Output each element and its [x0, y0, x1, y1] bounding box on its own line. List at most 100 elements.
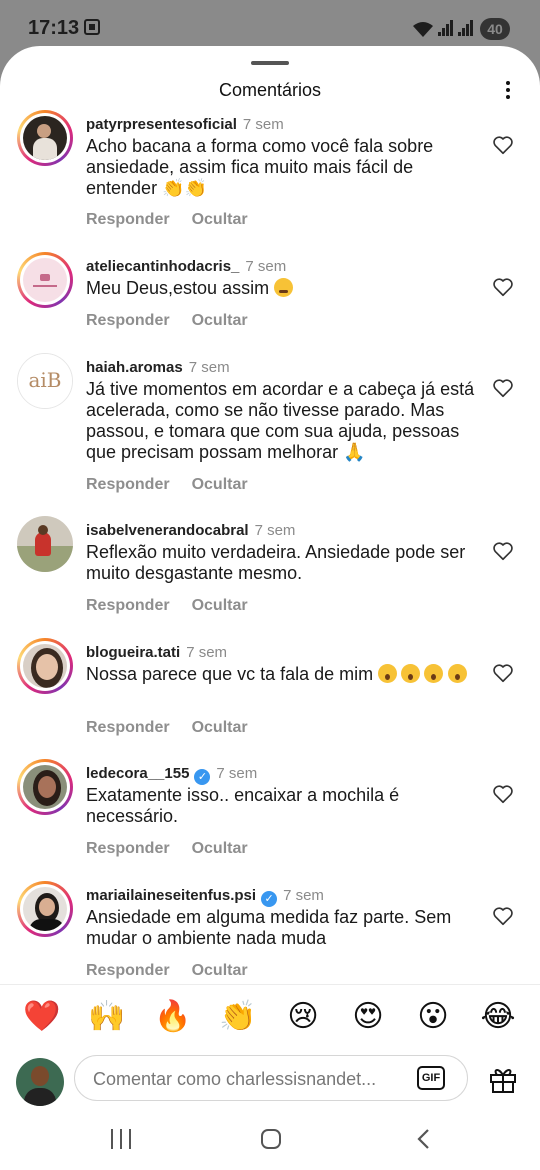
heart-icon[interactable]	[492, 783, 514, 805]
verified-badge-icon: ✓	[194, 769, 211, 785]
reply-button[interactable]: Responder	[86, 211, 170, 228]
avatar[interactable]	[17, 110, 73, 166]
avatar[interactable]	[17, 881, 73, 937]
comment-input-placeholder: Comentar como charlessisnandet...	[93, 1069, 377, 1089]
comment-actions: Responder Ocultar	[86, 597, 270, 615]
comment-time: 7 sem	[245, 258, 287, 275]
comment-username[interactable]: blogueira.tati	[86, 644, 180, 661]
comment-username[interactable]: mariailaineseitenfus.psi	[86, 887, 256, 904]
avatar-logo: aiB	[18, 354, 72, 408]
comment-time: 7 sem	[254, 522, 296, 539]
reply-button[interactable]: Responder	[86, 597, 170, 614]
surprised-face-emoji	[378, 664, 398, 683]
comment-header: isabelvenerandocabral 7 sem	[86, 522, 295, 539]
verified-badge-icon: ✓	[261, 891, 278, 907]
reaction-clap-emoji[interactable]: 👏	[219, 999, 256, 1035]
comment-time: 7 sem	[188, 359, 230, 376]
system-navigation-bar	[0, 1118, 540, 1170]
more-options-icon[interactable]	[500, 78, 516, 104]
comment-username[interactable]: ledecora__155	[86, 765, 189, 782]
comment-input[interactable]: Comentar como charlessisnandet... GIF	[74, 1055, 468, 1101]
sheet-drag-handle[interactable]	[251, 61, 289, 65]
hide-button[interactable]: Ocultar	[192, 211, 248, 228]
comment-header: patyrpresentesoficial 7 sem	[86, 116, 284, 133]
comment-text-content: Meu Deus,estou assim	[86, 278, 270, 298]
comment-text-content: Nossa parece que vc ta fala de mim	[86, 664, 374, 684]
quick-reactions-bar: ❤️ 🙌 🔥 👏 😢 😍 😮 😂	[0, 984, 540, 1053]
comment-header: ateliecantinhodacris_ 7 sem	[86, 258, 286, 275]
avatar[interactable]	[17, 516, 73, 572]
current-user-avatar	[16, 1058, 64, 1106]
comments-sheet: Comentários patyrpresentesoficial 7 sem A…	[0, 46, 540, 1170]
avatar[interactable]: aiB	[17, 353, 73, 409]
comment-text: Acho bacana a forma como você fala sobre…	[86, 136, 434, 198]
reaction-heart-eyes-emoji[interactable]: 😍	[350, 999, 386, 1035]
reply-button[interactable]: Responder	[86, 719, 170, 736]
recent-apps-icon[interactable]	[110, 1129, 132, 1149]
comment-header: mariailaineseitenfus.psi ✓ 7 sem	[86, 887, 324, 907]
reaction-heart-emoji[interactable]: ❤️	[23, 999, 60, 1035]
gif-button[interactable]: GIF	[417, 1066, 445, 1090]
comment-text: Meu Deus,estou assim	[86, 278, 481, 299]
comment-actions: Responder Ocultar	[86, 211, 270, 229]
signal-icon-2	[458, 20, 476, 36]
avatar[interactable]	[17, 759, 73, 815]
comment-actions: Responder Ocultar	[86, 312, 270, 330]
screenshot-icon	[84, 19, 100, 35]
avatar[interactable]	[17, 252, 73, 308]
comment-text: Exatamente isso.. encaixar a mochila é n…	[86, 785, 400, 826]
comment-time: 7 sem	[186, 644, 228, 661]
comment-text: Nossa parece que vc ta fala de mim	[86, 664, 481, 685]
surprised-face-emoji	[401, 664, 421, 683]
avatar[interactable]	[17, 638, 73, 694]
comment-username[interactable]: patyrpresentesoficial	[86, 116, 237, 133]
reply-button[interactable]: Responder	[86, 962, 170, 979]
reaction-fire-emoji[interactable]: 🔥	[154, 999, 191, 1035]
home-icon[interactable]	[261, 1129, 281, 1149]
heart-icon[interactable]	[492, 905, 514, 927]
hide-button[interactable]: Ocultar	[192, 962, 248, 979]
comment-actions: Responder Ocultar	[86, 476, 270, 494]
heart-icon[interactable]	[492, 377, 514, 399]
comment-text: Já tive momentos em acordar e a cabeça j…	[86, 379, 475, 462]
comment-username[interactable]: ateliecantinhodacris_	[86, 258, 239, 275]
comment-time: 7 sem	[216, 765, 258, 782]
wifi-icon	[412, 20, 434, 43]
comment-time: 7 sem	[283, 887, 324, 904]
comment-header: haiah.aromas 7 sem	[86, 359, 230, 376]
heart-icon[interactable]	[492, 276, 514, 298]
reaction-surprised-emoji[interactable]: 😮	[415, 999, 451, 1035]
surprised-face-emoji	[448, 664, 468, 683]
reply-button[interactable]: Responder	[86, 312, 170, 329]
reaction-raised-hands-emoji[interactable]: 🙌	[88, 999, 125, 1035]
comment-username[interactable]: haiah.aromas	[86, 359, 183, 376]
comment-text: Reflexão muito verdadeira. Ansiedade pod…	[86, 542, 466, 583]
heart-icon[interactable]	[492, 540, 514, 562]
comment-composer: Comentar como charlessisnandet... GIF	[0, 1052, 540, 1118]
reply-button[interactable]: Responder	[86, 476, 170, 493]
comment-actions: Responder Ocultar	[86, 840, 270, 858]
comment-header: blogueira.tati 7 sem	[86, 644, 227, 661]
heart-icon[interactable]	[492, 134, 514, 156]
crying-face-emoji	[274, 278, 294, 297]
reaction-laughing-emoji[interactable]: 😂	[480, 999, 516, 1035]
hide-button[interactable]: Ocultar	[192, 312, 248, 329]
comments-list[interactable]: patyrpresentesoficial 7 sem Acho bacana a…	[0, 110, 540, 984]
hide-button[interactable]: Ocultar	[192, 476, 248, 493]
comment-actions: Responder Ocultar	[86, 719, 270, 737]
surprised-face-emoji	[424, 664, 444, 683]
hide-button[interactable]: Ocultar	[192, 840, 248, 857]
heart-icon[interactable]	[492, 662, 514, 684]
signal-icon	[438, 20, 456, 36]
gift-icon[interactable]	[488, 1064, 518, 1094]
hide-button[interactable]: Ocultar	[192, 597, 248, 614]
status-time: 17:13	[28, 17, 80, 39]
battery-indicator: 40	[480, 18, 510, 40]
comment-username[interactable]: isabelvenerandocabral	[86, 522, 249, 539]
sheet-title: Comentários	[218, 80, 322, 100]
back-icon[interactable]	[414, 1128, 434, 1150]
comment-actions: Responder Ocultar	[86, 962, 270, 980]
hide-button[interactable]: Ocultar	[192, 719, 248, 736]
reply-button[interactable]: Responder	[86, 840, 170, 857]
reaction-crying-emoji[interactable]: 😢	[285, 999, 321, 1035]
